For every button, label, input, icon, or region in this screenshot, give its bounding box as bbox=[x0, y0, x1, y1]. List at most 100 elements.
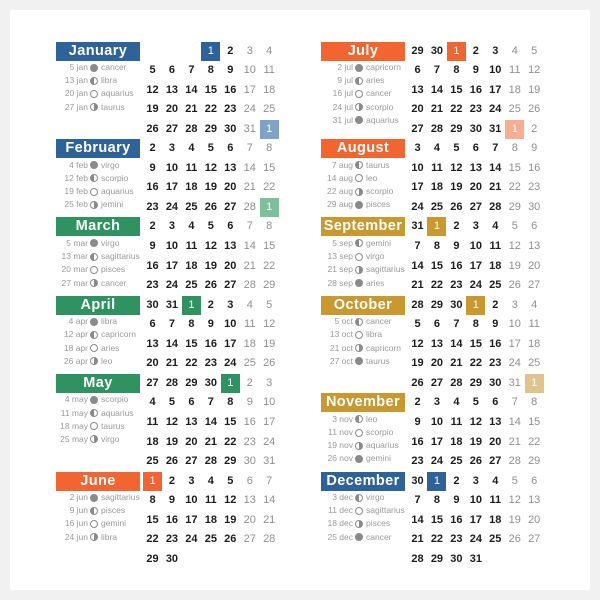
calendar-day[interactable]: 8 bbox=[260, 217, 279, 236]
calendar-day[interactable]: 25 bbox=[182, 198, 201, 217]
calendar-day[interactable]: 26 bbox=[221, 530, 240, 549]
calendar-day[interactable]: 17 bbox=[486, 81, 505, 100]
calendar-day[interactable]: 2 bbox=[143, 139, 162, 158]
calendar-day[interactable]: 19 bbox=[466, 433, 485, 452]
calendar-day[interactable]: 24 bbox=[240, 100, 259, 119]
calendar-day[interactable]: 13 bbox=[182, 413, 201, 432]
calendar-day[interactable]: 26 bbox=[143, 120, 162, 139]
calendar-day[interactable]: 14 bbox=[182, 81, 201, 100]
calendar-day[interactable]: 5 bbox=[201, 139, 220, 158]
calendar-day[interactable]: 4 bbox=[240, 296, 259, 315]
calendar-day[interactable]: 10 bbox=[260, 393, 279, 412]
calendar-day[interactable]: 5 bbox=[221, 472, 240, 491]
calendar-day[interactable]: 5 bbox=[408, 315, 427, 334]
calendar-day[interactable]: 17 bbox=[240, 81, 259, 100]
calendar-day[interactable]: 6 bbox=[221, 139, 240, 158]
calendar-day[interactable]: 16 bbox=[408, 433, 427, 452]
calendar-day[interactable]: 30 bbox=[240, 452, 259, 471]
calendar-day[interactable]: 7 bbox=[408, 491, 427, 510]
calendar-day[interactable]: 9 bbox=[162, 491, 181, 510]
calendar-day[interactable]: 9 bbox=[447, 491, 466, 510]
calendar-day[interactable]: 29 bbox=[260, 276, 279, 295]
calendar-day[interactable]: 17 bbox=[260, 413, 279, 432]
calendar-day[interactable]: 21 bbox=[486, 178, 505, 197]
calendar-day[interactable]: 23 bbox=[221, 100, 240, 119]
month-start-day[interactable]: 1 bbox=[220, 373, 240, 393]
calendar-day[interactable]: 6 bbox=[525, 472, 544, 491]
calendar-day[interactable]: 2 bbox=[408, 393, 427, 412]
calendar-day[interactable]: 5 bbox=[162, 393, 181, 412]
calendar-day[interactable]: 9 bbox=[240, 393, 259, 412]
calendar-day[interactable]: 16 bbox=[143, 257, 162, 276]
calendar-day[interactable]: 8 bbox=[427, 491, 446, 510]
calendar-day[interactable]: 30 bbox=[447, 550, 466, 569]
calendar-day[interactable]: 29 bbox=[505, 198, 524, 217]
calendar-day[interactable]: 25 bbox=[505, 100, 524, 119]
calendar-day[interactable]: 20 bbox=[408, 100, 427, 119]
calendar-day[interactable]: 24 bbox=[408, 198, 427, 217]
calendar-day[interactable]: 30 bbox=[143, 296, 162, 315]
calendar-day[interactable]: 19 bbox=[525, 81, 544, 100]
calendar-day[interactable]: 13 bbox=[143, 335, 162, 354]
calendar-day[interactable]: 27 bbox=[182, 452, 201, 471]
calendar-day[interactable]: 21 bbox=[201, 433, 220, 452]
calendar-day[interactable]: 5 bbox=[143, 61, 162, 80]
calendar-day[interactable]: 22 bbox=[466, 354, 485, 373]
calendar-day[interactable]: 26 bbox=[408, 374, 427, 393]
calendar-day[interactable]: 14 bbox=[201, 413, 220, 432]
calendar-day[interactable]: 14 bbox=[486, 159, 505, 178]
calendar-day[interactable]: 19 bbox=[162, 433, 181, 452]
calendar-day[interactable]: 25 bbox=[240, 354, 259, 373]
calendar-day[interactable]: 21 bbox=[182, 100, 201, 119]
calendar-day[interactable]: 14 bbox=[447, 335, 466, 354]
calendar-day[interactable]: 12 bbox=[162, 413, 181, 432]
calendar-day[interactable]: 31 bbox=[505, 374, 524, 393]
calendar-day[interactable]: 24 bbox=[260, 433, 279, 452]
calendar-day[interactable]: 10 bbox=[466, 491, 485, 510]
calendar-day[interactable]: 17 bbox=[162, 178, 181, 197]
calendar-day[interactable]: 26 bbox=[505, 276, 524, 295]
calendar-day[interactable]: 24 bbox=[466, 276, 485, 295]
calendar-day[interactable]: 9 bbox=[221, 61, 240, 80]
calendar-day[interactable]: 15 bbox=[260, 159, 279, 178]
calendar-day[interactable]: 21 bbox=[240, 178, 259, 197]
calendar-day[interactable]: 18 bbox=[201, 511, 220, 530]
calendar-day[interactable]: 12 bbox=[408, 335, 427, 354]
calendar-day[interactable]: 10 bbox=[162, 159, 181, 178]
calendar-day[interactable]: 4 bbox=[143, 393, 162, 412]
calendar-day[interactable]: 20 bbox=[143, 354, 162, 373]
calendar-day[interactable]: 5 bbox=[505, 472, 524, 491]
calendar-day[interactable]: 28 bbox=[201, 452, 220, 471]
calendar-day[interactable]: 15 bbox=[427, 257, 446, 276]
calendar-day[interactable]: 4 bbox=[525, 296, 544, 315]
calendar-day[interactable]: 10 bbox=[427, 413, 446, 432]
calendar-day[interactable]: 22 bbox=[447, 100, 466, 119]
calendar-day[interactable]: 30 bbox=[427, 42, 446, 61]
calendar-day[interactable]: 10 bbox=[240, 61, 259, 80]
calendar-day[interactable]: 10 bbox=[162, 237, 181, 256]
calendar-day[interactable]: 11 bbox=[182, 159, 201, 178]
calendar-day[interactable]: 20 bbox=[525, 257, 544, 276]
calendar-day[interactable]: 27 bbox=[427, 374, 446, 393]
calendar-day[interactable]: 8 bbox=[221, 393, 240, 412]
calendar-day[interactable]: 9 bbox=[486, 315, 505, 334]
calendar-day[interactable]: 29 bbox=[466, 374, 485, 393]
calendar-day[interactable]: 11 bbox=[260, 61, 279, 80]
calendar-day[interactable]: 4 bbox=[486, 472, 505, 491]
calendar-day[interactable]: 5 bbox=[505, 217, 524, 236]
calendar-day[interactable]: 26 bbox=[505, 530, 524, 549]
calendar-day[interactable]: 24 bbox=[486, 100, 505, 119]
calendar-day[interactable]: 17 bbox=[182, 511, 201, 530]
calendar-day[interactable]: 7 bbox=[427, 61, 446, 80]
calendar-day[interactable]: 25 bbox=[427, 198, 446, 217]
calendar-day[interactable]: 9 bbox=[201, 315, 220, 334]
calendar-day[interactable]: 19 bbox=[447, 178, 466, 197]
calendar-day[interactable]: 7 bbox=[260, 472, 279, 491]
calendar-day[interactable]: 7 bbox=[505, 393, 524, 412]
calendar-day[interactable]: 30 bbox=[201, 374, 220, 393]
calendar-day[interactable]: 15 bbox=[221, 413, 240, 432]
calendar-day[interactable]: 13 bbox=[221, 237, 240, 256]
calendar-day[interactable]: 21 bbox=[408, 530, 427, 549]
calendar-day[interactable]: 31 bbox=[240, 120, 259, 139]
calendar-day[interactable]: 11 bbox=[182, 237, 201, 256]
